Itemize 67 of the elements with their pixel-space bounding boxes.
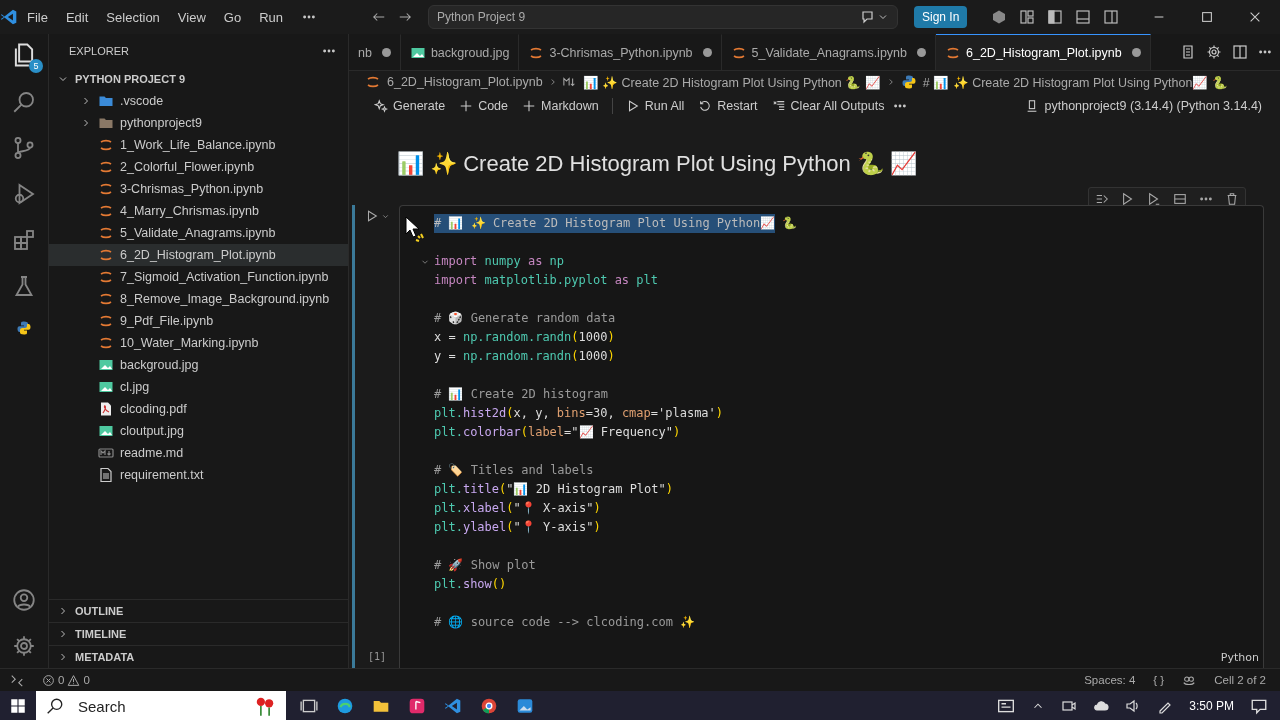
code-line: plt.colorbar(label="📈 Frequency")	[434, 424, 682, 441]
code-line: # 📊 ✨ Create 2D Histogram Plot Using Python📈 🐍	[434, 214, 1263, 233]
code-line: plt.show()	[434, 576, 508, 593]
code-line: # 🎲 Generate random data	[434, 310, 617, 327]
file-tree-item[interactable]: cl.jpg	[49, 376, 348, 398]
menu-item[interactable]: View	[168, 9, 215, 25]
breadcrumb-item[interactable]: # 📊 ✨ Create 2D Histogram Plot Using Python📈 🐍	[900, 74, 1228, 90]
code-line: # 🌐 source code --> clcoding.com ✨	[434, 614, 697, 631]
file-tree-item[interactable]: 9_Pdf_File.ipynb	[49, 310, 348, 332]
command-center[interactable]: Python Project 9	[428, 5, 898, 29]
breadcrumb-item[interactable]: 6_2D_Histogram_Plot.ipynb	[365, 74, 543, 90]
breadcrumb-item[interactable]: 📊 ✨ Create 2D Histogram Plot Using Python 🐍 📈	[562, 74, 881, 90]
file-tree-item[interactable]: 1_Work_Life_Balance.ipynb	[49, 134, 348, 156]
markdown-heading: 📊 ✨ Create 2D Histogram Plot Using Python 🐍 📈	[397, 151, 919, 177]
taskbar-clock[interactable]: 3:50 PM	[1189, 699, 1234, 713]
file-tree-item[interactable]: 8_Remove_Image_Background.ipynb	[49, 288, 348, 310]
code-line: x = np.random.randn(1000)	[434, 329, 616, 346]
file-tree-item[interactable]: 3-Chrismas_Python.ipynb	[49, 178, 348, 200]
explorer-title: EXPLORER	[69, 45, 129, 57]
file-tree-item[interactable]: pythonproject9	[49, 112, 348, 134]
sign-in-button[interactable]: Sign In	[914, 6, 968, 28]
file-tree-item[interactable]: backgroud.jpg	[49, 354, 348, 376]
panel-section-header[interactable]: OUTLINE	[49, 599, 348, 622]
file-tree-item[interactable]: 4_Marry_Chrismas.ipynb	[49, 200, 348, 222]
file-tree-item[interactable]: 2_Colorful_Flower.ipynb	[49, 156, 348, 178]
cell-language-label[interactable]: Python	[1220, 651, 1259, 664]
code-line: # 🏷 Titles and labels	[434, 462, 595, 479]
code-line: import matplotlib.pyplot as plt	[434, 272, 659, 289]
project-root[interactable]: PYTHON PROJECT 9	[49, 68, 348, 90]
code-line: # 🚀 Show plot	[434, 557, 537, 574]
code-line: y = np.random.randn(1000)	[434, 348, 616, 365]
menu-item[interactable]: Go	[214, 9, 251, 25]
file-tree-item[interactable]: cloutput.jpg	[49, 420, 348, 442]
file-tree-item[interactable]: 6_2D_Histogram_Plot.ipynb	[49, 244, 348, 266]
file-tree-item[interactable]: 7_Sigmoid_Activation_Function.ipynb	[49, 266, 348, 288]
code-line: plt.xlabel("📍 X-axis")	[434, 500, 602, 517]
code-line: plt.hist2d(x, y, bins=30, cmap='plasma')	[434, 405, 725, 422]
menu-item[interactable]: Run	[250, 9, 292, 25]
menu-item[interactable]: Selection	[97, 9, 169, 25]
cell-position-status[interactable]: Cell 2 of 2	[1214, 674, 1266, 686]
file-tree-item[interactable]: readme.md	[49, 442, 348, 464]
toolbar-button[interactable]: Clear All Outputs	[766, 99, 890, 113]
toolbar-button[interactable]: Markdown	[517, 99, 604, 113]
problems-status[interactable]: 0 0	[42, 673, 90, 687]
toolbar-button[interactable]: Code	[454, 99, 513, 113]
code-line: # 📊 Create 2D histogram	[434, 386, 609, 403]
editor-tab[interactable]: 6_2D_Histogram_Plot.ipynb	[936, 34, 1151, 70]
toolbar-button[interactable]: Run All	[620, 99, 690, 113]
panel-section-header[interactable]: TIMELINE	[49, 622, 348, 645]
menu-item[interactable]: File	[18, 9, 57, 25]
file-tree-item[interactable]: .vscode	[49, 90, 348, 112]
toolbar-button[interactable]: Generate	[369, 99, 451, 113]
execution-count: [1]	[367, 651, 387, 662]
kernel-picker[interactable]: pythonproject9 (3.14.4) (Python 3.14.4)	[1018, 98, 1268, 114]
code-line: plt.title("📊 2D Histogram Plot")	[434, 481, 674, 498]
toolbar-button[interactable]: Restart	[693, 99, 763, 113]
file-tree-item[interactable]: 10_Water_Marking.ipynb	[49, 332, 348, 354]
file-tree-item[interactable]: requirement.txt	[49, 464, 348, 486]
code-line: plt.ylabel("📍 Y-axis")	[434, 519, 602, 536]
language-braces-status[interactable]: { }	[1153, 674, 1165, 686]
notification-badge: 5	[29, 59, 43, 73]
code-line: import numpy as np	[434, 252, 1263, 271]
file-tree-item[interactable]: clcoding.pdf	[49, 398, 348, 420]
menu-item[interactable]: Edit	[56, 9, 98, 25]
taskbar-search-field[interactable]: Search	[36, 691, 286, 720]
indentation-status[interactable]: Spaces: 4	[1084, 674, 1136, 686]
file-tree-item[interactable]: 5_Validate_Anagrams.ipynb	[49, 222, 348, 244]
